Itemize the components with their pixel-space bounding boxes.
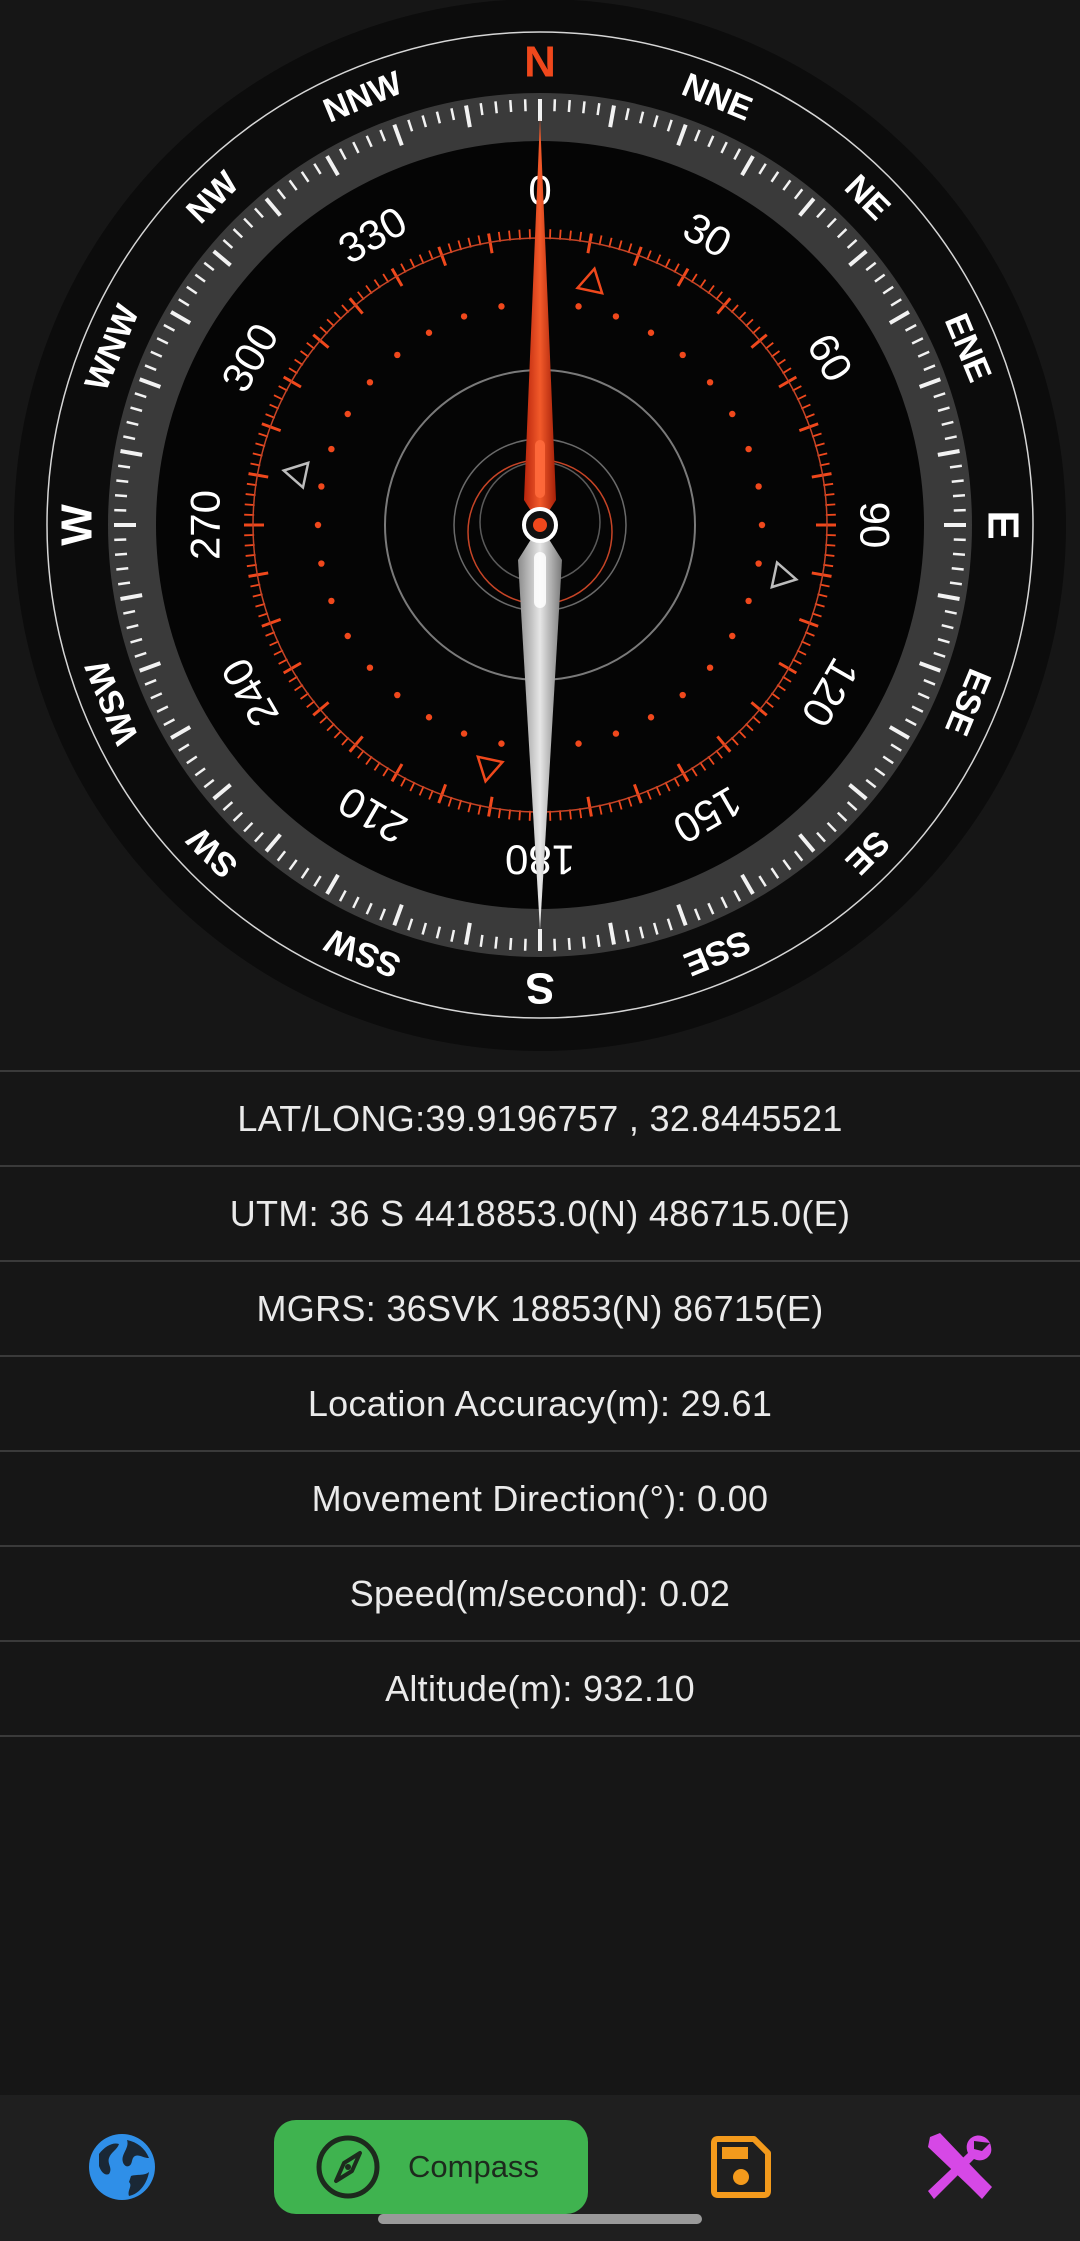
outer-tick <box>951 567 964 571</box>
compass-graphic: NNNENEENEEESESESSESSSWSWWSWWWNWNWNNW 030… <box>14 0 1066 1051</box>
outer-tick <box>582 936 586 949</box>
nav-compass-button[interactable]: Compass <box>274 2120 588 2214</box>
cardinal-label: W <box>53 504 102 546</box>
dot-marker <box>366 664 374 671</box>
dot-marker <box>755 483 762 490</box>
utm-text: UTM: 36 S 4418853.0(N) 486715.0(E) <box>229 1192 851 1234</box>
outer-tick <box>567 937 571 951</box>
silver-needle-highlight <box>534 552 546 608</box>
outer-tick <box>567 99 571 113</box>
cardinal-label: E <box>979 510 1028 539</box>
nav-globe-button[interactable] <box>72 2120 172 2214</box>
dot-marker <box>745 597 752 605</box>
dot-marker <box>679 691 686 699</box>
outer-tick <box>509 99 513 113</box>
mgrs-row: MGRS: 36SVK 18853(N) 86715(E) <box>0 1262 1080 1357</box>
outer-tick <box>952 552 966 556</box>
mgrs-text: MGRS: 36SVK 18853(N) 86715(E) <box>256 1287 824 1329</box>
dot-marker <box>425 329 433 336</box>
outer-tick <box>582 101 586 114</box>
save-icon <box>711 2136 771 2198</box>
outer-tick <box>949 464 963 469</box>
dot-marker <box>394 691 401 699</box>
dot-marker <box>314 521 322 529</box>
outer-tick <box>596 102 601 116</box>
dot-marker <box>366 379 374 386</box>
dot-marker <box>647 329 655 336</box>
nav-compass-label: Compass <box>408 2149 539 2184</box>
location-info-list: LAT/LONG:39.9196757 , 32.8445521 UTM: 36… <box>0 1070 1080 1737</box>
globe-icon <box>89 2134 155 2200</box>
outer-tick <box>116 567 129 571</box>
outer-tick <box>494 936 498 949</box>
red-needle-highlight <box>535 440 545 498</box>
dot-marker <box>460 730 468 737</box>
accuracy-text: Location Accuracy(m): 29.61 <box>307 1382 773 1424</box>
dot-marker <box>706 664 714 671</box>
home-indicator <box>378 2214 702 2224</box>
dot-marker <box>745 445 752 453</box>
compass-icon <box>316 2135 380 2199</box>
latlong-row: LAT/LONG:39.9196757 , 32.8445521 <box>0 1072 1080 1167</box>
dot-marker <box>612 313 620 320</box>
dot-marker <box>344 410 351 418</box>
utm-row: UTM: 36 S 4418853.0(N) 486715.0(E) <box>0 1167 1080 1262</box>
dot-marker <box>394 351 401 359</box>
outer-tick <box>117 581 131 586</box>
dot-marker <box>460 313 468 320</box>
degree-label: 90 <box>852 502 899 549</box>
dot-marker <box>575 740 582 747</box>
compass-dial: NNNENEENEEESESESSESSSWSWWSWWWNWNWNNW 030… <box>0 0 1080 1070</box>
tools-icon <box>928 2133 992 2199</box>
nav-save-button[interactable] <box>690 2120 790 2214</box>
dot-marker <box>758 521 766 529</box>
movement-direction-text: Movement Direction(°): 0.00 <box>311 1477 769 1519</box>
cardinal-label: N <box>524 38 556 87</box>
speed-row: Speed(m/second): 0.02 <box>0 1547 1080 1642</box>
dot-marker <box>498 303 505 310</box>
dot-marker <box>706 379 714 386</box>
outer-tick <box>951 479 964 483</box>
outer-tick <box>479 102 484 116</box>
dot-marker <box>328 445 335 453</box>
dot-marker <box>575 303 582 310</box>
dot-marker <box>729 410 736 418</box>
latlong-text: LAT/LONG:39.9196757 , 32.8445521 <box>237 1097 843 1139</box>
outer-tick <box>114 552 128 556</box>
dot-marker <box>328 597 335 605</box>
dot-marker <box>318 483 325 490</box>
dot-marker <box>729 632 736 640</box>
outer-tick <box>116 479 129 483</box>
outer-tick <box>494 101 498 114</box>
speed-text: Speed(m/second): 0.02 <box>349 1572 731 1614</box>
outer-tick <box>952 494 966 498</box>
cardinal-label: S <box>525 964 554 1013</box>
outer-tick <box>479 934 484 948</box>
needle-pivot-dot <box>533 518 547 532</box>
dot-marker <box>612 730 620 737</box>
dot-marker <box>425 714 433 721</box>
outer-tick <box>509 937 513 951</box>
dot-marker <box>498 740 505 747</box>
accuracy-row: Location Accuracy(m): 29.61 <box>0 1357 1080 1452</box>
altitude-text: Altitude(m): 932.10 <box>385 1667 695 1709</box>
dot-marker <box>647 714 655 721</box>
outer-tick <box>949 581 963 586</box>
dot-marker <box>755 560 762 567</box>
dot-marker <box>679 351 686 359</box>
dot-marker <box>344 632 351 640</box>
degree-label: 270 <box>182 490 229 560</box>
nav-tools-button[interactable] <box>908 2120 1008 2214</box>
outer-tick <box>117 464 131 469</box>
outer-tick <box>114 494 128 498</box>
dot-marker <box>318 560 325 567</box>
altitude-row: Altitude(m): 932.10 <box>0 1642 1080 1737</box>
outer-tick <box>596 934 601 948</box>
movement-direction-row: Movement Direction(°): 0.00 <box>0 1452 1080 1547</box>
